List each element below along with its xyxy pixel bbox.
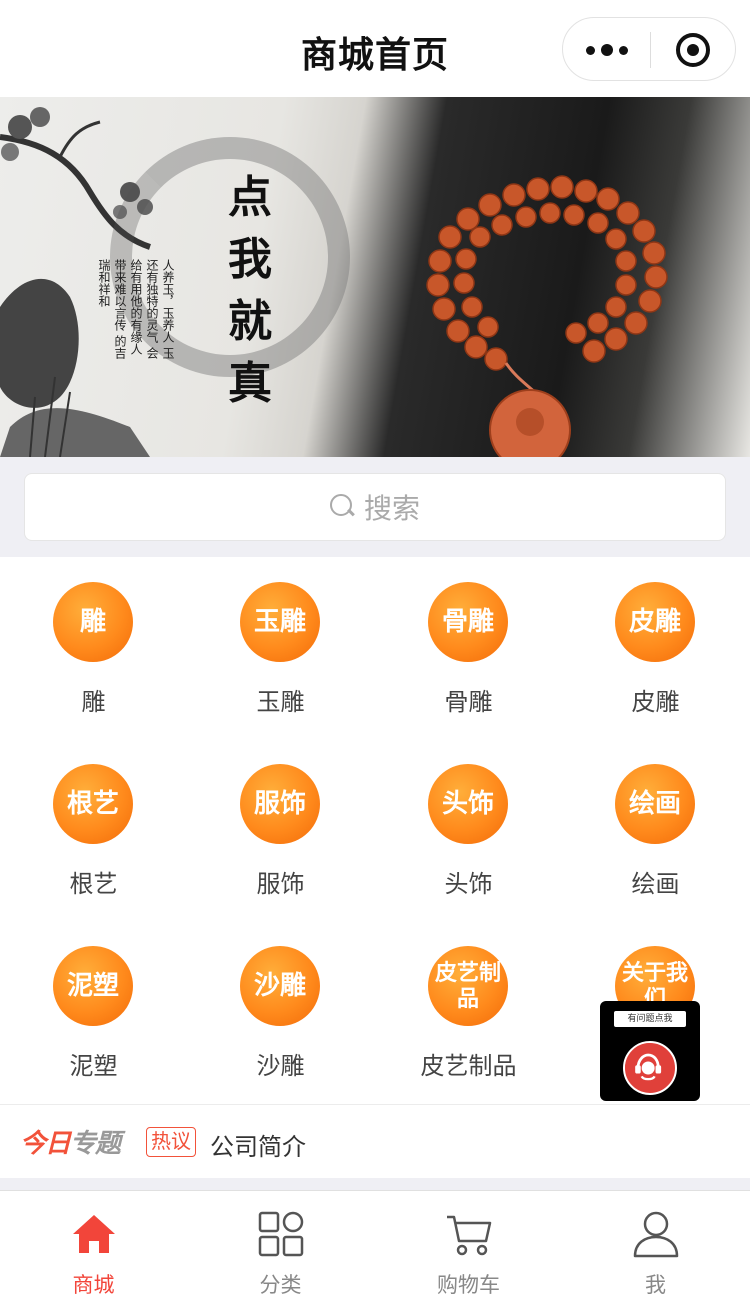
search-area: 搜索 xyxy=(0,457,750,557)
tab-label: 购物车 xyxy=(437,1273,500,1295)
category-icon: 沙雕 xyxy=(240,946,320,1026)
category-icon: 皮雕 xyxy=(615,582,695,662)
category-icon: 皮艺制品 xyxy=(428,946,508,1026)
service-bubble: 有问题点我 xyxy=(614,1011,686,1027)
customer-service-icon[interactable] xyxy=(623,1041,677,1095)
category-icon: 泥塑 xyxy=(53,946,133,1026)
capsule-divider xyxy=(650,32,651,68)
mini-program-capsule xyxy=(562,17,736,81)
category-item[interactable]: 绘画 绘画 xyxy=(562,740,749,922)
jade-necklace-image xyxy=(426,175,668,457)
category-label: 骨雕 xyxy=(444,688,493,716)
user-icon xyxy=(633,1211,679,1258)
tab-label: 我 xyxy=(645,1273,666,1295)
cart-icon xyxy=(447,1215,492,1256)
category-icon: 绘画 xyxy=(615,764,695,844)
home-icon xyxy=(73,1215,115,1253)
category-label: 根艺 xyxy=(69,870,118,898)
tab-cart[interactable]: 购物车 xyxy=(375,1191,562,1295)
category-label: 头饰 xyxy=(444,870,493,898)
category-label: 泥塑 xyxy=(69,1052,118,1080)
hot-tag: 热议 xyxy=(146,1127,196,1157)
category-label: 皮雕 xyxy=(631,688,680,716)
search-input[interactable]: 搜索 xyxy=(24,473,726,541)
search-placeholder: 搜索 xyxy=(363,492,420,525)
customer-service-widget[interactable]: 有问题点我 xyxy=(600,1001,700,1101)
category-label: 玉雕 xyxy=(256,688,305,716)
category-item[interactable]: 头饰 头饰 xyxy=(375,740,562,922)
banner-poem: 人养玉，玉养人 玉还有独特的灵气 会给有用他的有缘人 带来难以言传 的吉瑞和祥和 xyxy=(97,259,175,359)
category-item[interactable]: 雕 雕 xyxy=(0,558,187,740)
tab-me[interactable]: 我 xyxy=(562,1191,749,1295)
category-icon: 服饰 xyxy=(240,764,320,844)
today-topic-bar[interactable]: 今日专题 热议 公司简介 xyxy=(0,1104,750,1178)
category-icon: 头饰 xyxy=(428,764,508,844)
topic-brand-a: 今日 xyxy=(20,1129,71,1159)
category-item[interactable]: 泥塑 泥塑 xyxy=(0,922,187,1104)
category-icon: 玉雕 xyxy=(240,582,320,662)
category-item[interactable]: 沙雕 沙雕 xyxy=(187,922,374,1104)
category-item[interactable]: 服饰 服饰 xyxy=(187,740,374,922)
category-icon: 骨雕 xyxy=(428,582,508,662)
tab-label: 分类 xyxy=(259,1273,302,1295)
category-icon: 雕 xyxy=(53,582,133,662)
section-divider xyxy=(0,1178,750,1190)
search-icon xyxy=(329,494,356,520)
category-item[interactable]: 骨雕 骨雕 xyxy=(375,558,562,740)
tab-home[interactable]: 商城 xyxy=(0,1191,187,1295)
tab-label: 商城 xyxy=(72,1273,115,1295)
bottom-tab-bar: 商城 分类 购物车 我 xyxy=(0,1190,750,1295)
category-label: 服饰 xyxy=(256,870,305,898)
topic-text[interactable]: 公司简介 xyxy=(210,1127,306,1162)
topic-brand: 今日专题 xyxy=(20,1123,121,1160)
category-label: 沙雕 xyxy=(256,1052,305,1080)
nav-header: 商城首页 xyxy=(0,0,750,97)
tab-category[interactable]: 分类 xyxy=(187,1191,374,1295)
category-label: 雕 xyxy=(81,688,106,716)
banner-slogan: 点我就真 xyxy=(228,172,272,409)
more-dots-icon[interactable] xyxy=(563,18,650,82)
category-grid-icon xyxy=(258,1211,304,1257)
category-item[interactable]: 皮雕 皮雕 xyxy=(562,558,749,740)
category-item[interactable]: 皮艺制品 皮艺制品 xyxy=(375,922,562,1104)
category-label: 绘画 xyxy=(631,870,680,898)
category-item[interactable]: 根艺 根艺 xyxy=(0,740,187,922)
target-circle-icon[interactable] xyxy=(676,33,710,67)
topic-brand-b: 专题 xyxy=(70,1129,121,1159)
category-item[interactable]: 玉雕 玉雕 xyxy=(187,558,374,740)
category-label: 皮艺制品 xyxy=(420,1052,517,1080)
category-icon: 根艺 xyxy=(53,764,133,844)
banner-carousel[interactable]: 点我就真 人养玉，玉养人 玉还有独特的灵气 会给有用他的有缘人 带来难以言传 的… xyxy=(0,97,750,457)
